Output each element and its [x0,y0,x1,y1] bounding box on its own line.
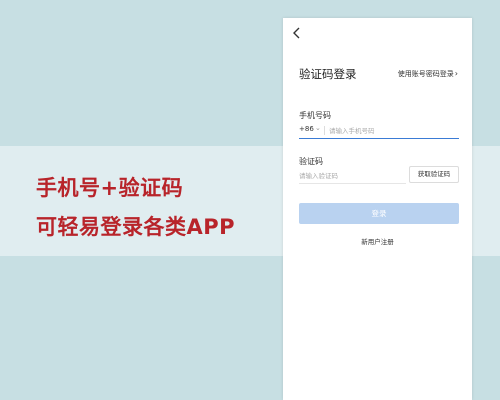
country-code-selector[interactable]: +86 [299,125,314,133]
divider [324,126,325,135]
password-login-link[interactable]: 使用账号密码登录› [398,69,458,79]
promo-headline-line1: 手机号+验证码 [36,176,184,200]
login-button[interactable]: 登录 [299,203,459,224]
chevron-down-icon[interactable]: ⌄ [315,124,321,132]
chevron-left-icon [293,27,300,39]
get-code-button[interactable]: 获取验证码 [409,166,459,183]
phone-input[interactable] [329,124,457,137]
phone-field-row: +86 ⌄ [299,124,459,139]
promo-headline-line2: 可轻易登录各类APP [36,215,236,239]
back-button[interactable] [292,26,306,42]
password-login-label: 使用账号密码登录 [397,70,454,78]
code-field-row [299,169,406,184]
login-screen: 验证码登录 使用账号密码登录› 手机号码 +86 ⌄ 验证码 获取验证码 登录 … [283,18,472,400]
code-label: 验证码 [299,157,323,166]
phone-label: 手机号码 [299,111,331,120]
page-title: 验证码登录 [299,67,357,81]
chevron-right-icon: › [454,69,458,78]
register-link[interactable]: 新用户注册 [283,236,472,246]
code-input[interactable] [299,169,404,182]
